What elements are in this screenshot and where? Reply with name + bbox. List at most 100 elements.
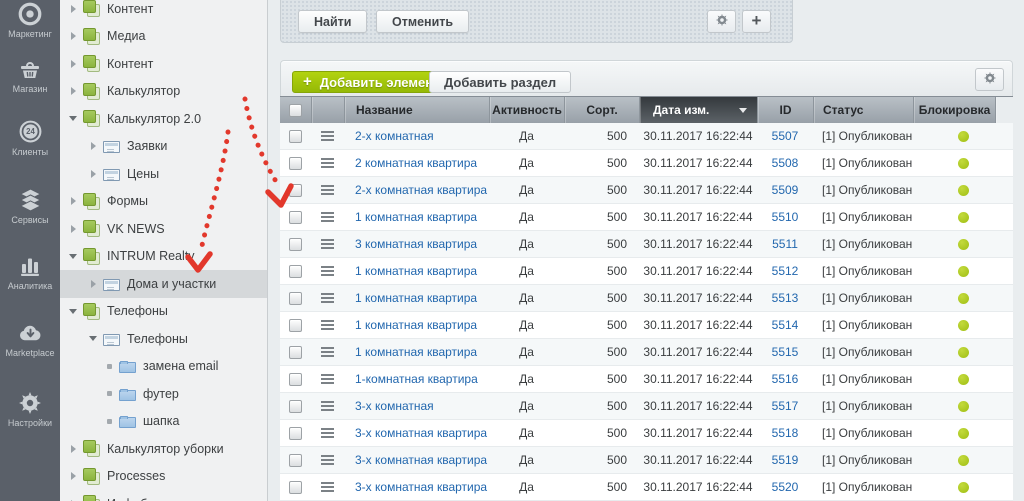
tree-item[interactable]: футер bbox=[60, 380, 267, 408]
row-checkbox[interactable] bbox=[289, 184, 302, 197]
chevron-right-icon[interactable] bbox=[88, 170, 98, 178]
chevron-down-icon[interactable] bbox=[68, 309, 78, 314]
chevron-down-icon[interactable] bbox=[68, 254, 78, 259]
column-header-lock[interactable]: Блокировка bbox=[913, 97, 995, 123]
chevron-right-icon[interactable] bbox=[88, 280, 98, 288]
chevron-right-icon[interactable] bbox=[68, 87, 78, 95]
column-header-status[interactable]: Статус bbox=[813, 97, 913, 123]
tree-item[interactable]: Телефоны bbox=[60, 298, 267, 326]
chevron-down-icon[interactable] bbox=[68, 116, 78, 121]
column-header-id[interactable]: ID bbox=[757, 97, 813, 123]
element-id-link[interactable]: 5510 bbox=[772, 210, 799, 224]
row-menu-icon[interactable] bbox=[321, 401, 334, 403]
element-name-link[interactable]: 2 комнатная квартира bbox=[355, 156, 477, 170]
element-id-link[interactable]: 5518 bbox=[772, 426, 799, 440]
element-id-link[interactable]: 5507 bbox=[772, 129, 799, 143]
row-menu-icon[interactable] bbox=[321, 266, 334, 268]
row-checkbox[interactable] bbox=[289, 157, 302, 170]
element-id-link[interactable]: 5520 bbox=[772, 480, 799, 494]
select-all-checkbox[interactable] bbox=[289, 104, 302, 117]
row-menu-icon[interactable] bbox=[321, 131, 334, 133]
sidebar-item-магазин[interactable]: Магазин bbox=[0, 56, 60, 94]
column-header-sort[interactable]: Сорт. bbox=[564, 97, 639, 123]
element-name-link[interactable]: 1 комнатная квартира bbox=[355, 210, 477, 224]
element-name-link[interactable]: 2-х комнатная квартира bbox=[355, 183, 487, 197]
element-name-link[interactable]: 2-х комнатная bbox=[355, 129, 434, 143]
tree-item[interactable]: Дома и участки bbox=[60, 270, 267, 298]
element-id-link[interactable]: 5513 bbox=[772, 291, 799, 305]
chevron-right-icon[interactable] bbox=[88, 142, 98, 150]
chevron-right-icon[interactable] bbox=[68, 60, 78, 68]
element-name-link[interactable]: 1 комнатная квартира bbox=[355, 318, 477, 332]
chevron-right-icon[interactable] bbox=[68, 5, 78, 13]
row-menu-icon[interactable] bbox=[321, 455, 334, 457]
column-header-active[interactable]: Активность bbox=[489, 97, 564, 123]
column-header-name[interactable]: Название bbox=[344, 97, 489, 123]
sidebar-item-маркетинг[interactable]: Маркетинг bbox=[0, 1, 60, 39]
filter-settings-button[interactable] bbox=[707, 10, 736, 33]
tree-item[interactable]: Формы bbox=[60, 188, 267, 216]
tree-item[interactable]: Контент bbox=[60, 50, 267, 78]
row-menu-icon[interactable] bbox=[321, 482, 334, 484]
element-id-link[interactable]: 5514 bbox=[772, 318, 799, 332]
element-name-link[interactable]: 1 комнатная квартира bbox=[355, 345, 477, 359]
tree-item[interactable]: INTRUM Realty bbox=[60, 243, 267, 271]
element-id-link[interactable]: 5516 bbox=[772, 372, 799, 386]
row-menu-icon[interactable] bbox=[321, 293, 334, 295]
row-menu-icon[interactable] bbox=[321, 347, 334, 349]
row-menu-icon[interactable] bbox=[321, 185, 334, 187]
element-id-link[interactable]: 5509 bbox=[772, 183, 799, 197]
bullet-icon[interactable] bbox=[104, 419, 114, 424]
row-checkbox[interactable] bbox=[289, 400, 302, 413]
element-name-link[interactable]: 3 комнатная квартира bbox=[355, 237, 477, 251]
element-name-link[interactable]: 3-х комнатная квартира bbox=[355, 480, 487, 494]
tree-item[interactable]: Инфоблоки bbox=[60, 490, 267, 501]
tree-item[interactable]: шапка bbox=[60, 408, 267, 436]
add-section-button[interactable]: Добавить раздел bbox=[429, 71, 571, 93]
row-menu-icon[interactable] bbox=[321, 374, 334, 376]
row-checkbox[interactable] bbox=[289, 454, 302, 467]
cancel-button[interactable]: Отменить bbox=[376, 10, 469, 33]
row-menu-icon[interactable] bbox=[321, 320, 334, 322]
row-checkbox[interactable] bbox=[289, 346, 302, 359]
element-id-link[interactable]: 5515 bbox=[772, 345, 799, 359]
tree-item[interactable]: Медиа bbox=[60, 23, 267, 51]
chevron-right-icon[interactable] bbox=[68, 197, 78, 205]
tree-item[interactable]: Калькулятор 2.0 bbox=[60, 105, 267, 133]
tree-item[interactable]: Контент bbox=[60, 0, 267, 23]
element-id-link[interactable]: 5519 bbox=[772, 453, 799, 467]
element-name-link[interactable]: 1 комнатная квартира bbox=[355, 264, 477, 278]
row-checkbox[interactable] bbox=[289, 211, 302, 224]
row-checkbox[interactable] bbox=[289, 481, 302, 494]
element-name-link[interactable]: 1 комнатная квартира bbox=[355, 291, 477, 305]
tree-item[interactable]: Калькулятор уборки bbox=[60, 435, 267, 463]
sidebar-item-клиенты[interactable]: 24 Клиенты bbox=[0, 119, 60, 157]
grid-settings-button[interactable] bbox=[975, 68, 1004, 91]
sidebar-item-marketplace[interactable]: Marketplace bbox=[0, 320, 60, 358]
add-filter-button[interactable]: + bbox=[742, 10, 771, 33]
bullet-icon[interactable] bbox=[104, 391, 114, 396]
element-name-link[interactable]: 3-х комнатная квартира bbox=[355, 453, 487, 467]
element-name-link[interactable]: 3-х комнатная bbox=[355, 399, 434, 413]
row-checkbox[interactable] bbox=[289, 373, 302, 386]
row-checkbox[interactable] bbox=[289, 130, 302, 143]
tree-item[interactable]: замена email bbox=[60, 353, 267, 381]
chevron-down-icon[interactable] bbox=[88, 336, 98, 341]
chevron-right-icon[interactable] bbox=[68, 445, 78, 453]
tree-item[interactable]: VK NEWS bbox=[60, 215, 267, 243]
sidebar-item-сервисы[interactable]: Сервисы bbox=[0, 187, 60, 225]
element-id-link[interactable]: 5511 bbox=[772, 237, 798, 251]
row-checkbox[interactable] bbox=[289, 427, 302, 440]
tree-item[interactable]: Processes bbox=[60, 463, 267, 491]
row-menu-icon[interactable] bbox=[321, 212, 334, 214]
element-id-link[interactable]: 5508 bbox=[772, 156, 799, 170]
sidebar-item-аналитика[interactable]: Аналитика bbox=[0, 253, 60, 291]
tree-item[interactable]: Калькулятор bbox=[60, 78, 267, 106]
bullet-icon[interactable] bbox=[104, 364, 114, 369]
find-button[interactable]: Найти bbox=[298, 10, 367, 33]
chevron-right-icon[interactable] bbox=[68, 225, 78, 233]
tree-item[interactable]: Цены bbox=[60, 160, 267, 188]
row-checkbox[interactable] bbox=[289, 238, 302, 251]
chevron-right-icon[interactable] bbox=[68, 472, 78, 480]
row-menu-icon[interactable] bbox=[321, 158, 334, 160]
